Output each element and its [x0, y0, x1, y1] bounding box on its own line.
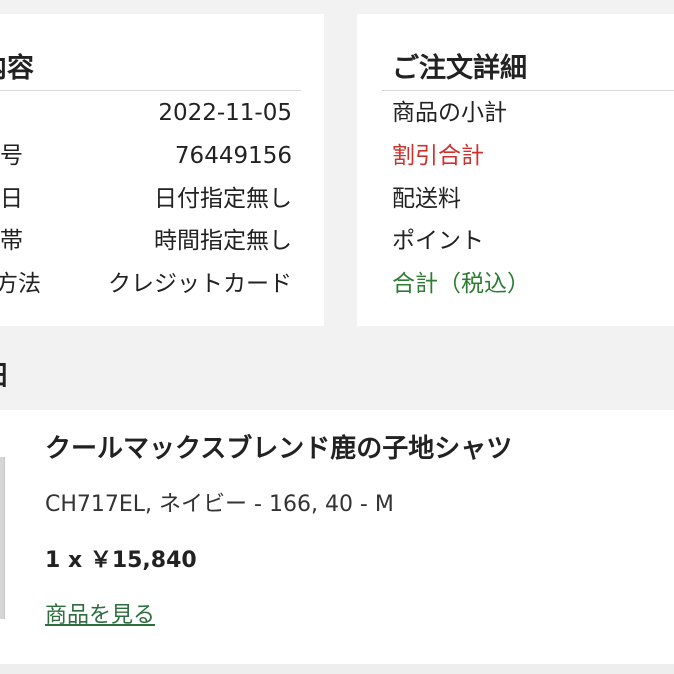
delivery-date-row: 日 日付指定無し	[0, 184, 292, 214]
items-section-title: 細	[0, 354, 7, 393]
row-label: 方法	[0, 271, 41, 297]
divider	[0, 90, 301, 91]
product-name: クールマックスブレンド鹿の子地シャツ	[45, 434, 513, 464]
payment-method-value: クレジットカード	[108, 271, 292, 297]
product-variant: CH717EL, ネイビー - 166, 40 - M	[45, 492, 394, 517]
product-thumbnail[interactable]	[0, 457, 5, 619]
order-detail-card: ご注文詳細 商品の小計 割引合計 配送料 ポイント 合計（税込）	[357, 14, 674, 326]
items-section-header	[0, 340, 674, 410]
order-date-row: 2022-11-05	[0, 98, 292, 128]
payment-method-row: 方法 クレジットカード	[0, 269, 292, 299]
shipping-fee-label: 配送料	[392, 186, 461, 212]
grand-total-label: 合計（税込）	[392, 271, 530, 297]
order-number-row: 号 76449156	[0, 141, 292, 171]
order-info-title: 内容	[0, 53, 34, 84]
order-detail-title: ご注文詳細	[392, 53, 527, 84]
row-label: 号	[0, 143, 23, 169]
discount-total-label: 割引合計	[392, 143, 484, 169]
order-number-value: 76449156	[174, 143, 292, 169]
product-quantity-price: 1 x ￥15,840	[45, 548, 197, 573]
order-date-value: 2022-11-05	[158, 100, 292, 126]
divider	[0, 664, 674, 674]
row-label: 日	[0, 186, 23, 212]
row-label: 帯	[0, 228, 23, 254]
points-label: ポイント	[392, 228, 484, 254]
view-product-link[interactable]: 商品を見る	[45, 597, 155, 629]
subtotal-label: 商品の小計	[392, 100, 507, 126]
delivery-time-row: 帯 時間指定無し	[0, 226, 292, 256]
order-info-card: 内容 2022-11-05 号 76449156 日 日付指定無し 帯 時間指定…	[0, 14, 324, 326]
delivery-date-value: 日付指定無し	[154, 186, 292, 212]
delivery-time-value: 時間指定無し	[154, 228, 292, 254]
divider	[382, 90, 674, 91]
